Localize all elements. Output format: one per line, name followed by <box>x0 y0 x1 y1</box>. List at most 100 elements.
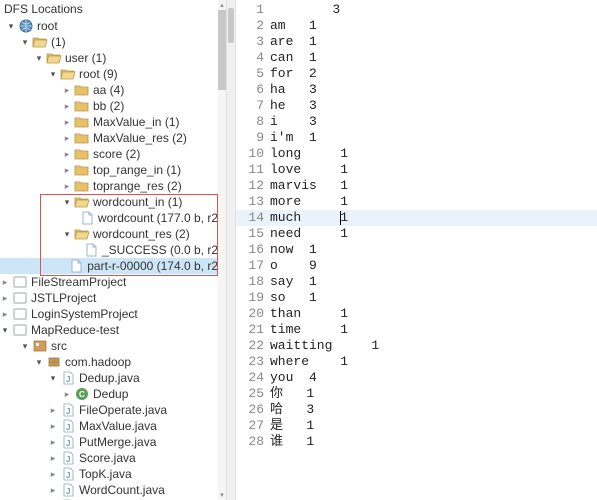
editor-line[interactable]: 27是 1 <box>236 418 597 434</box>
tree-item-maxvalue_res[interactable]: MaxValue_res (2) <box>0 130 226 146</box>
line-text[interactable]: where 1 <box>270 354 348 370</box>
line-text[interactable]: are 1 <box>270 34 317 50</box>
chevron-right-icon[interactable] <box>0 274 10 290</box>
chevron-right-icon[interactable] <box>48 466 58 482</box>
scroll-thumb[interactable] <box>218 10 226 90</box>
line-text[interactable]: long 1 <box>270 146 348 162</box>
editor-line[interactable]: 13more 1 <box>236 194 597 210</box>
editor-line[interactable]: 11love 1 <box>236 162 597 178</box>
tree-item-maxval[interactable]: JMaxValue.java <box>0 418 226 434</box>
editor-line[interactable]: 24you 4 <box>236 370 597 386</box>
line-text[interactable]: say 1 <box>270 274 317 290</box>
chevron-right-icon[interactable] <box>0 290 10 306</box>
line-text[interactable]: i'm 1 <box>270 130 317 146</box>
chevron-right-icon[interactable] <box>62 130 72 146</box>
editor-line[interactable]: 17o 9 <box>236 258 597 274</box>
chevron-right-icon[interactable] <box>62 386 72 402</box>
editor-line[interactable]: 3are 1 <box>236 34 597 50</box>
chevron-right-icon[interactable] <box>48 450 58 466</box>
editor-pane[interactable]: 1 32am 13are 14can 15for 26ha 37he 38i 3… <box>236 0 597 500</box>
chevron-down-icon[interactable] <box>20 338 30 354</box>
tree-item-wordcount_res[interactable]: wordcount_res (2) <box>0 226 226 242</box>
line-text[interactable]: o 9 <box>270 258 317 274</box>
tree-item-part[interactable]: part-r-00000 (174.0 b, r2) <box>0 258 226 274</box>
tree-item-user[interactable]: user (1) <box>0 50 226 66</box>
chevron-down-icon[interactable] <box>34 354 44 370</box>
editor-line[interactable]: 4can 1 <box>236 50 597 66</box>
chevron-right-icon[interactable] <box>62 82 72 98</box>
tree-item-maxvalue_in[interactable]: MaxValue_in (1) <box>0 114 226 130</box>
tree-item-mrt[interactable]: MapReduce-test <box>0 322 226 338</box>
editor-line[interactable]: 8i 3 <box>236 114 597 130</box>
line-text[interactable]: 谁 1 <box>270 434 314 450</box>
editor-line[interactable]: 2am 1 <box>236 18 597 34</box>
editor-line[interactable]: 19so 1 <box>236 290 597 306</box>
tree-item-jstl[interactable]: JSTLProject <box>0 290 226 306</box>
line-text[interactable]: more 1 <box>270 194 348 210</box>
line-text[interactable]: can 1 <box>270 50 317 66</box>
chevron-right-icon[interactable] <box>0 306 10 322</box>
tree-item-putmerge[interactable]: JPutMerge.java <box>0 434 226 450</box>
tree-item-src[interactable]: src <box>0 338 226 354</box>
tree-scrollbar[interactable]: ▴ ▾ <box>218 0 226 500</box>
line-text[interactable]: than 1 <box>270 306 348 322</box>
editor-line[interactable]: 23where 1 <box>236 354 597 370</box>
editor-line[interactable]: 20than 1 <box>236 306 597 322</box>
tree-item-score[interactable]: score (2) <box>0 146 226 162</box>
line-text[interactable]: time 1 <box>270 322 348 338</box>
tree-item-scorej[interactable]: JScore.java <box>0 450 226 466</box>
chevron-down-icon[interactable] <box>34 50 44 66</box>
tree-item-root[interactable]: root <box>0 18 226 34</box>
tree-item-wordcount[interactable]: wordcount (177.0 b, r2) <box>0 210 226 226</box>
chevron-right-icon[interactable] <box>48 418 58 434</box>
line-text[interactable]: 3 <box>270 2 340 18</box>
editor-line[interactable]: 12marvis 1 <box>236 178 597 194</box>
editor-line[interactable]: 22waitting 1 <box>236 338 597 354</box>
editor-line[interactable]: 1 3 <box>236 2 597 18</box>
splitter-thumb[interactable] <box>228 8 234 43</box>
scroll-up-icon[interactable]: ▴ <box>218 0 226 10</box>
editor-line[interactable]: 6ha 3 <box>236 82 597 98</box>
tree-item-root9[interactable]: root (9) <box>0 66 226 82</box>
line-text[interactable]: 你 1 <box>270 386 314 402</box>
editor-line[interactable]: 10long 1 <box>236 146 597 162</box>
tree-item-dedupc[interactable]: CDedup <box>0 386 226 402</box>
line-text[interactable]: love 1 <box>270 162 348 178</box>
line-text[interactable]: 哈 3 <box>270 402 314 418</box>
tree-item-bb[interactable]: bb (2) <box>0 98 226 114</box>
chevron-down-icon[interactable] <box>62 226 72 242</box>
line-text[interactable]: so 1 <box>270 290 317 306</box>
chevron-right-icon[interactable] <box>62 162 72 178</box>
tree-item-dedup[interactable]: JDedup.java <box>0 370 226 386</box>
chevron-down-icon[interactable] <box>62 194 72 210</box>
editor-line[interactable]: 28谁 1 <box>236 434 597 450</box>
tree-item-fileop[interactable]: JFileOperate.java <box>0 402 226 418</box>
line-text[interactable]: he 3 <box>270 98 317 114</box>
chevron-right-icon[interactable] <box>48 434 58 450</box>
chevron-right-icon[interactable] <box>62 146 72 162</box>
editor-line[interactable]: 5for 2 <box>236 66 597 82</box>
pane-splitter[interactable] <box>226 0 236 500</box>
tree-item-1[interactable]: (1) <box>0 34 226 50</box>
tree-item-toprange_res[interactable]: toprange_res (2) <box>0 178 226 194</box>
chevron-down-icon[interactable] <box>48 66 58 82</box>
chevron-down-icon[interactable] <box>6 18 16 34</box>
editor-line[interactable]: 18say 1 <box>236 274 597 290</box>
chevron-right-icon[interactable] <box>48 482 58 498</box>
editor-line[interactable]: 26哈 3 <box>236 402 597 418</box>
scroll-down-icon[interactable]: ▾ <box>218 490 226 500</box>
tree-item-success[interactable]: _SUCCESS (0.0 b, r2) <box>0 242 226 258</box>
line-text[interactable]: need 1 <box>270 226 348 242</box>
editor-line[interactable]: 9i'm 1 <box>236 130 597 146</box>
tree-item-wc[interactable]: JWordCount.java <box>0 482 226 498</box>
tree-item-wordcount_in[interactable]: wordcount_in (1) <box>0 194 226 210</box>
tree-item-topk[interactable]: JTopK.java <box>0 466 226 482</box>
chevron-right-icon[interactable] <box>62 178 72 194</box>
chevron-right-icon[interactable] <box>62 98 72 114</box>
line-text[interactable]: am 1 <box>270 18 317 34</box>
chevron-down-icon[interactable] <box>0 322 10 338</box>
line-text[interactable]: marvis 1 <box>270 178 348 194</box>
line-text[interactable]: waitting 1 <box>270 338 379 354</box>
chevron-down-icon[interactable] <box>20 34 30 50</box>
editor-line[interactable]: 14much 1 <box>236 210 597 226</box>
